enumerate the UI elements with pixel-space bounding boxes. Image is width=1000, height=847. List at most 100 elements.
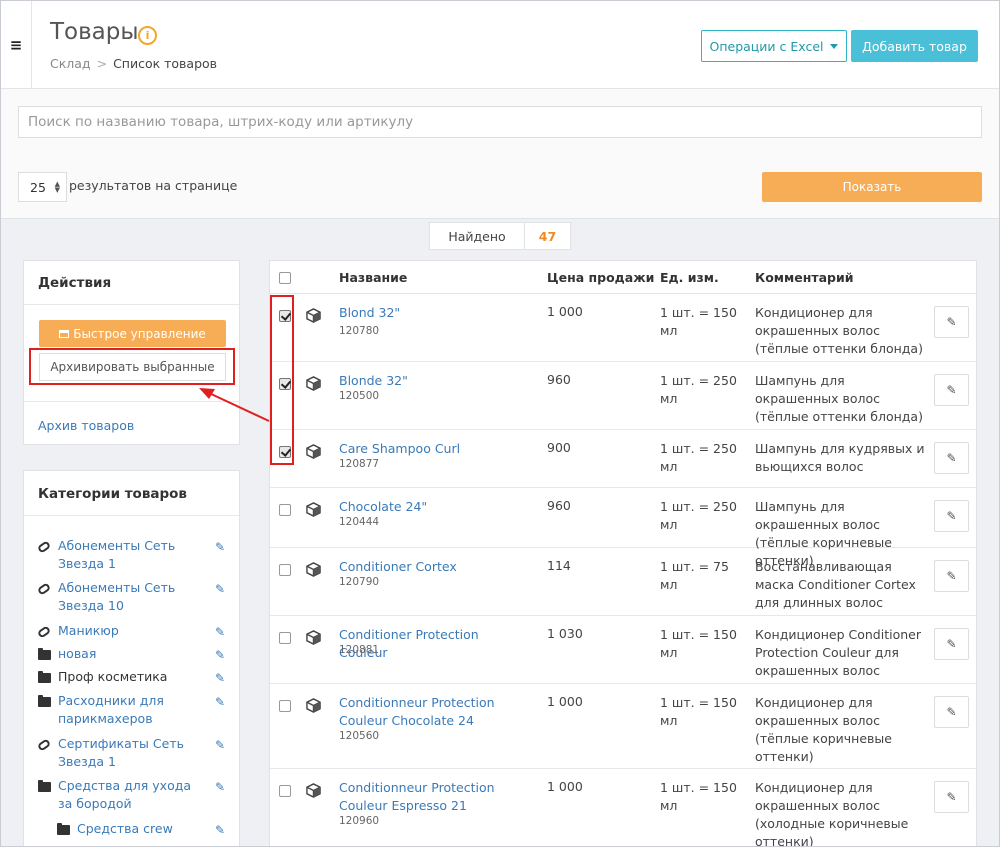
product-comment: Шампунь для кудрявых и вьющихся волос	[755, 441, 925, 474]
per-page-value: 25	[30, 179, 46, 195]
per-page-select[interactable]: 25 ▲ ▼	[18, 172, 67, 202]
product-price: 1 000	[547, 779, 583, 794]
folder-icon	[57, 822, 71, 835]
edit-pencil-icon[interactable]: ✎	[934, 500, 969, 532]
categories-panel: Категории товаров Абонементы Сеть Звезда…	[23, 470, 240, 846]
product-unit: 1 шт. = 150 мл	[660, 627, 737, 660]
pencil-icon[interactable]: ✎	[215, 580, 225, 598]
hamburger-icon[interactable]: ≡	[1, 1, 32, 89]
row-checkbox[interactable]	[279, 504, 291, 516]
product-unit: 1 шт. = 250 мл	[660, 441, 737, 474]
category-label[interactable]: Абонементы Сеть Звезда 10	[58, 579, 208, 615]
caret-down-icon	[830, 43, 839, 49]
divider	[24, 515, 239, 516]
row-checkbox[interactable]	[279, 564, 291, 576]
folder-icon	[38, 670, 52, 683]
pencil-icon[interactable]: ✎	[215, 778, 225, 796]
select-all-checkbox[interactable]	[279, 272, 291, 284]
product-code: 120500	[339, 390, 380, 402]
per-page-label: результатов на странице	[69, 178, 238, 193]
product-price: 1 000	[547, 694, 583, 709]
product-name-link[interactable]: Blonde 32"	[339, 372, 529, 390]
app-window: ≡ Товары i Склад > Список товаров Операции…	[0, 0, 1000, 847]
list-icon	[59, 329, 70, 338]
pencil-icon[interactable]: ✎	[215, 646, 225, 664]
column-unit[interactable]: Ед. изм.	[660, 270, 719, 285]
row-checkbox[interactable]	[279, 632, 291, 644]
row-checkbox[interactable]	[279, 785, 291, 797]
column-name[interactable]: Название	[339, 270, 407, 285]
column-price[interactable]: Цена продажи	[547, 270, 654, 285]
found-counter: Найдено 47	[429, 222, 571, 250]
pencil-icon[interactable]: ✎	[215, 693, 225, 711]
pencil-icon[interactable]: ✎	[215, 538, 225, 556]
column-comment[interactable]: Комментарий	[755, 270, 854, 285]
category-label[interactable]: Сертификаты Сеть Звезда 1	[58, 735, 208, 771]
edit-pencil-icon[interactable]: ✎	[934, 696, 969, 728]
breadcrumb-current: Список товаров	[113, 56, 218, 71]
category-label[interactable]: Абонементы Сеть Звезда 1	[58, 537, 208, 573]
category-label[interactable]: Проф косметика	[58, 668, 208, 686]
product-unit: 1 шт. = 150 мл	[660, 695, 737, 728]
edit-pencil-icon[interactable]: ✎	[934, 560, 969, 592]
category-label[interactable]: Средства для ухода за бородой	[58, 777, 208, 813]
category-label[interactable]: Расходники для парикмахеров	[58, 692, 208, 728]
product-price: 900	[547, 440, 571, 455]
folder-icon	[38, 694, 52, 707]
product-code: 120790	[339, 576, 380, 588]
row-checkbox[interactable]	[279, 700, 291, 712]
add-product-button[interactable]: Добавить товар	[851, 30, 978, 62]
pencil-icon[interactable]: ✎	[215, 623, 225, 641]
category-label[interactable]: Маникюр	[58, 622, 208, 640]
product-name-link[interactable]: Conditionneur Protection Couleur Chocola…	[339, 694, 529, 730]
products-table: Название Цена продажи Ед. изм. Комментар…	[269, 260, 977, 847]
pencil-icon[interactable]: ✎	[215, 669, 225, 687]
table-header: Название Цена продажи Ед. изм. Комментар…	[270, 261, 976, 294]
excel-operations-button[interactable]: Операции с Excel	[701, 30, 847, 62]
product-box-icon	[306, 562, 321, 577]
show-button[interactable]: Показать	[762, 172, 982, 202]
quick-management-label: Быстрое управление	[73, 326, 206, 341]
product-comment: Шампунь для окрашенных волос (тёплые отт…	[755, 373, 923, 424]
categories-title: Категории товаров	[38, 486, 187, 502]
table-row: Conditioner Protection Couleur 120881 1 …	[270, 616, 976, 684]
pencil-icon[interactable]: ✎	[215, 736, 225, 754]
pencil-icon[interactable]: ✎	[215, 821, 225, 839]
archive-link[interactable]: Архив товаров	[38, 418, 134, 433]
product-comment: Кондиционер для окрашенных волос (холодн…	[755, 780, 909, 847]
product-price: 960	[547, 372, 571, 387]
product-name-link[interactable]: Chocolate 24"	[339, 498, 529, 516]
table-row: Chocolate 24" 120444 960 1 шт. = 250 мл …	[270, 488, 976, 568]
select-arrows-icon: ▲ ▼	[54, 180, 60, 194]
edit-pencil-icon[interactable]: ✎	[934, 374, 969, 406]
search-input[interactable]: Поиск по названию товара, штрих-коду или…	[18, 106, 982, 138]
product-name-link[interactable]: Blond 32"	[339, 304, 529, 322]
product-comment: Кондиционер для окрашенных волос (тёплые…	[755, 695, 892, 764]
product-name-link[interactable]: Conditioner Cortex	[339, 558, 529, 576]
excel-operations-label: Операции с Excel	[709, 38, 824, 54]
table-row: Conditionneur Protection Couleur Espress…	[270, 769, 976, 847]
product-price: 1 030	[547, 626, 583, 641]
product-code: 120877	[339, 458, 380, 470]
category-label[interactable]: новая	[58, 645, 208, 663]
divider	[24, 401, 239, 402]
table-row: Conditioner Cortex 120790 114 1 шт. = 75…	[270, 548, 976, 616]
breadcrumb-root[interactable]: Склад	[50, 56, 91, 71]
info-icon[interactable]: i	[138, 26, 157, 45]
product-box-icon	[306, 698, 321, 713]
product-name-link[interactable]: Care Shampoo Curl	[339, 440, 529, 458]
product-box-icon	[306, 630, 321, 645]
edit-pencil-icon[interactable]: ✎	[934, 781, 969, 813]
product-name-link[interactable]: Conditionneur Protection Couleur Espress…	[339, 779, 529, 815]
table-row: Blond 32" 120780 1 000 1 шт. = 150 мл Ко…	[270, 294, 976, 362]
product-unit: 1 шт. = 150 мл	[660, 305, 737, 338]
edit-pencil-icon[interactable]: ✎	[934, 306, 969, 338]
product-comment: Кондиционер Conditioner Protection Coule…	[755, 627, 921, 678]
link-icon	[36, 539, 52, 554]
edit-pencil-icon[interactable]: ✎	[934, 628, 969, 660]
edit-pencil-icon[interactable]: ✎	[934, 442, 969, 474]
category-label[interactable]: Средства crew	[77, 820, 227, 838]
quick-management-button[interactable]: Быстрое управление	[39, 320, 226, 347]
breadcrumb-separator: >	[96, 56, 108, 71]
product-unit: 1 шт. = 250 мл	[660, 373, 737, 406]
